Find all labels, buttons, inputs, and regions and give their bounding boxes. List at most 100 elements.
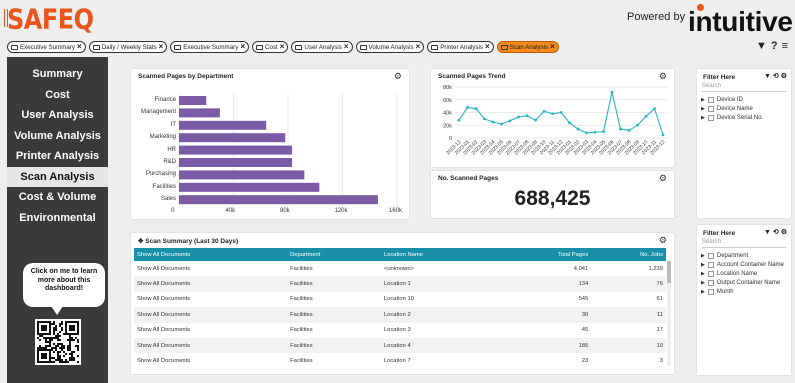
close-icon[interactable]: × [159,43,164,51]
table-row[interactable]: Show All Documents Facilities Location 3 45… [134,323,666,338]
table-row[interactable]: Show All Documents Facilities Location 7 23… [134,353,666,368]
scrollbar-thumb[interactable] [667,261,671,283]
filter-item[interactable]: ▶ Department [701,251,784,260]
expand-arrow-icon[interactable]: ▶ [701,97,705,103]
expand-arrow-icon[interactable]: ▶ [701,115,705,121]
table-scrollbar[interactable] [667,261,671,366]
trend-point[interactable] [602,130,605,134]
sidebar-item-2[interactable]: User Analysis [7,105,108,126]
table-row[interactable]: Show All Documents Facilities Location 1 13… [134,276,666,292]
expand-arrow-icon[interactable]: ▶ [701,271,705,277]
trend-point[interactable] [500,122,503,126]
table-row[interactable]: Show All Documents Facilities Location 10 5… [134,292,666,307]
filter-icons[interactable]: ▼ ⟲ ⚙ [764,228,787,236]
sidebar-item-1[interactable]: Cost [7,85,108,106]
filter-item[interactable]: ▶ Month [701,287,784,296]
checkbox[interactable] [707,288,714,295]
table-row[interactable]: Show All Documents Facilities Location 2 30… [134,307,666,323]
tab-3[interactable]: Cost × [251,41,289,53]
trend-point[interactable] [610,90,614,94]
filter-item[interactable]: ▶ Account Container Name [701,260,784,269]
checkbox[interactable] [707,96,714,103]
sidebar-item-4[interactable]: Printer Analysis [7,146,108,167]
checkbox[interactable] [707,114,714,121]
tab-7[interactable]: Scan Analysis × [496,41,559,53]
trend-point[interactable] [483,117,486,121]
sidebar-item-5[interactable]: Scan Analysis [7,166,108,187]
trend-point[interactable] [559,111,563,114]
sidebar-item-7[interactable]: Environmental [7,208,108,229]
trend-point[interactable] [474,107,478,111]
trend-point[interactable] [457,118,461,122]
trend-point[interactable] [576,127,580,131]
sidebar-item-3[interactable]: Volume Analysis [7,126,108,147]
trend-point[interactable] [525,114,529,118]
help-bubble[interactable]: Click on me to learn more about this das… [23,263,105,307]
trend-point[interactable] [585,131,588,135]
help-icon[interactable]: ? [771,40,778,52]
trend-point[interactable] [619,127,622,131]
trend-point[interactable] [644,114,648,118]
tab-0[interactable]: Executive Summary × [7,41,86,53]
column-header[interactable]: Show All Documents [134,248,288,261]
close-icon[interactable]: × [344,43,349,51]
bar[interactable] [179,96,207,105]
bar[interactable] [179,120,267,130]
expand-arrow-icon[interactable]: ▶ [701,106,705,112]
filter-item[interactable]: ▶ Location Name [701,269,784,278]
table-row[interactable]: Show All Documents Facilities Location 4 18… [134,337,666,354]
tab-5[interactable]: Volume Analysis × [355,41,425,53]
trend-point[interactable] [593,130,597,134]
expand-arrow-icon[interactable]: ▶ [701,262,705,268]
filter-icons[interactable]: ▼ ⟲ ⚙ [764,72,787,80]
checkbox[interactable] [707,105,714,112]
trend-point[interactable] [517,115,520,119]
tab-2[interactable]: Executive Summary × [170,41,249,53]
column-header[interactable]: Total Pages [497,248,592,261]
checkbox[interactable] [707,261,714,268]
expand-arrow-icon[interactable]: ▶ [701,289,705,295]
filter-icon[interactable]: ▼ [756,40,767,52]
bar[interactable] [179,145,293,155]
checkbox[interactable] [707,279,714,286]
filter-search-input[interactable]: Search [702,83,786,92]
filter-search-input[interactable]: Search [702,239,786,248]
tab-6[interactable]: Printer Analysis × [427,41,494,53]
trend-point[interactable] [466,106,469,109]
trend-point[interactable] [568,121,571,125]
filter-item[interactable]: ▶ Device Serial No. [701,113,763,122]
trend-point[interactable] [508,119,512,123]
filter-item[interactable]: ▶ Device Name [701,104,763,113]
bar[interactable] [179,133,286,143]
trend-point[interactable] [551,112,554,116]
sidebar-item-0[interactable]: Summary [7,64,108,85]
filter-item[interactable]: ▶ Device ID [701,95,763,104]
column-header[interactable]: No. Jobs [591,248,666,261]
trend-point[interactable] [661,133,665,137]
trend-point[interactable] [627,128,631,132]
bar[interactable] [179,158,293,167]
column-header[interactable]: Location Name [380,248,498,261]
bar[interactable] [179,170,305,180]
trend-point[interactable] [653,107,656,111]
trend-point[interactable] [636,123,639,127]
menu-icon[interactable]: ≡ [782,40,788,52]
expand-arrow-icon[interactable]: ▶ [701,253,705,259]
sidebar-item-6[interactable]: Cost & Volume [7,187,108,208]
close-icon[interactable]: × [485,43,490,51]
close-icon[interactable]: × [240,43,245,51]
checkbox[interactable] [707,270,714,277]
filter-item[interactable]: ▶ Output Container Name [701,278,784,287]
bar[interactable] [179,182,320,192]
table-row[interactable]: Show All Documents Facilities <unknown> 4,0… [134,261,666,276]
expand-arrow-icon[interactable]: ▶ [701,280,705,286]
gear-icon[interactable]: ⚙ [659,235,667,246]
close-icon[interactable]: × [77,43,82,51]
expand-icon[interactable]: ✥ [138,238,143,245]
trend-point[interactable] [491,120,495,124]
qr-code[interactable] [35,319,81,365]
close-icon[interactable]: × [550,43,555,51]
trend-point[interactable] [542,109,546,113]
tab-1[interactable]: Daily / Weekly Stats × [88,41,168,53]
gear-icon[interactable]: ⚙ [659,173,667,184]
